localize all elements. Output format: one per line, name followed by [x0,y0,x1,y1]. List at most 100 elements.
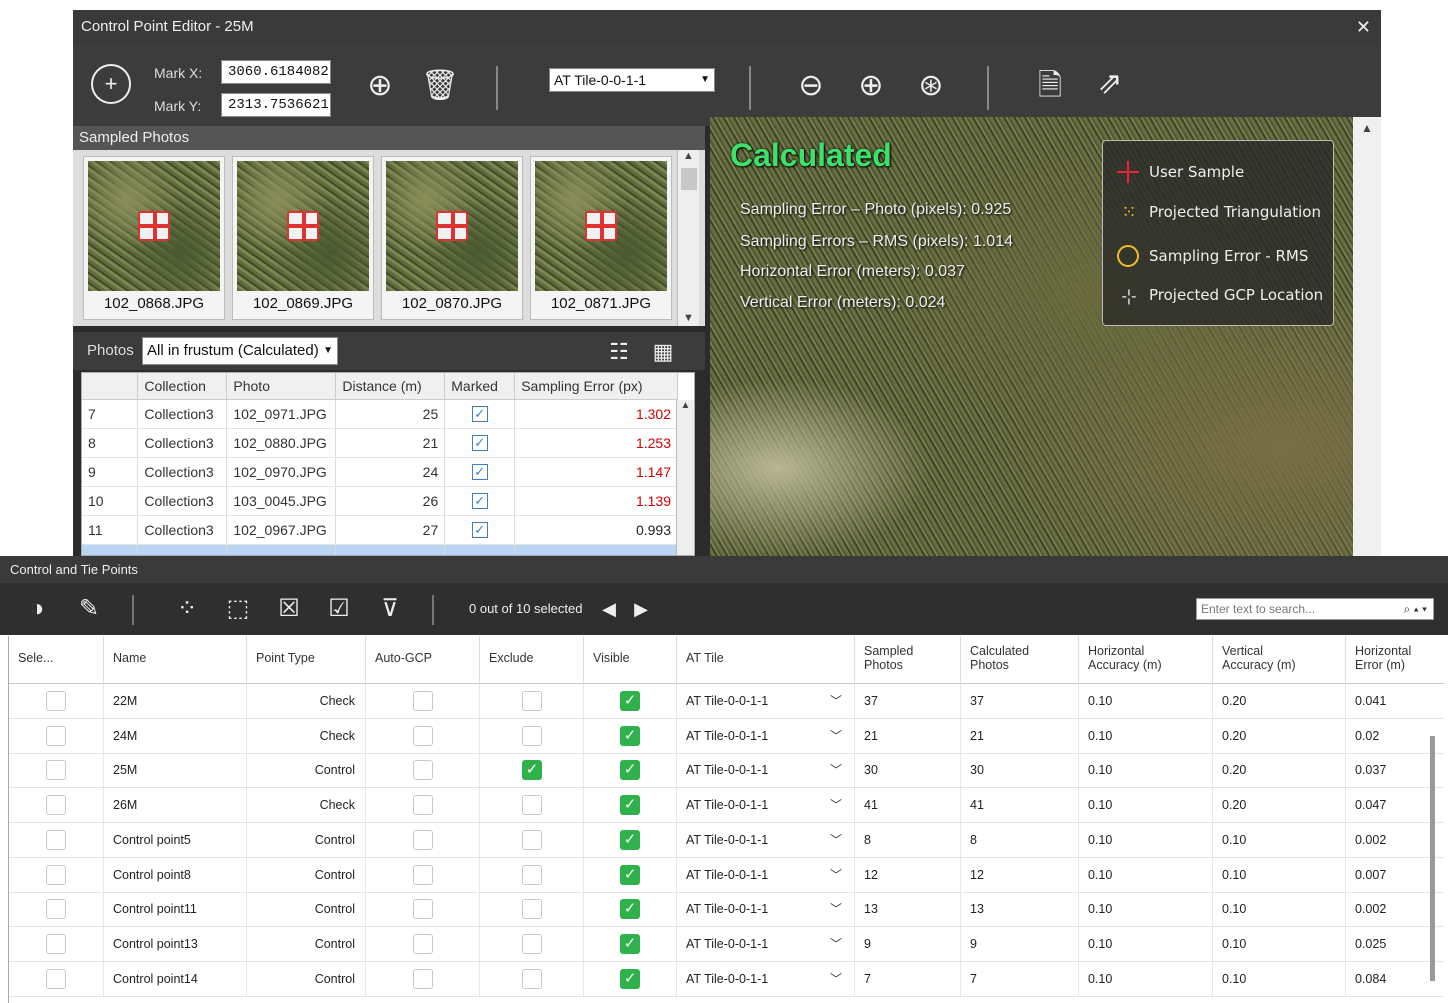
row-marked[interactable]: ✓ [444,486,516,516]
select-checkbox[interactable] [46,795,66,816]
select-checkbox[interactable] [46,760,66,781]
select-checkbox[interactable] [46,864,66,885]
chevron-down-icon[interactable]: ﹀ [830,892,842,926]
exclude-cell[interactable] [480,857,584,892]
row-marked[interactable]: ✓ [444,515,516,545]
mark-x-field[interactable]: 3060.6184082 [221,60,331,84]
col-horizontal-error[interactable]: Horizontal Error (m) [1346,636,1444,684]
exclude-cell[interactable] [480,684,584,718]
col-name[interactable]: Name [104,636,247,684]
exclude-checkbox[interactable]: ✓ [522,760,542,781]
visible-cell[interactable]: ✓ [584,857,677,892]
include-icon[interactable]: ☑ [322,583,356,635]
visible-cell[interactable]: ✓ [584,926,677,961]
visible-cell[interactable]: ✓ [584,822,677,857]
exclude-checkbox[interactable] [522,864,542,885]
col-sampled-photos[interactable]: Sampled Photos [855,636,961,684]
at-tile-cell[interactable]: AT Tile-0-0-1-1 ﹀ [677,753,855,788]
visible-cell[interactable]: ✓ [584,718,677,753]
table-row[interactable]: Control point11 Control ✓ AT Tile-0-0-1-1 ﹀ 1… [9,892,1444,928]
visible-cell[interactable]: ✓ [584,753,677,788]
at-tile-cell[interactable]: AT Tile-0-0-1-1 ﹀ [677,822,855,857]
table-row[interactable]: 9 Collection3 102_0970.JPG 24 ✓ 1.147 [82,457,678,487]
col-distance[interactable]: Distance (m) [335,373,446,400]
select-checkbox[interactable] [46,933,66,954]
checked-checkbox[interactable]: ✓ [471,435,488,451]
select-points-icon[interactable]: ⁘ [170,583,204,635]
exclude-cell[interactable] [480,926,584,961]
box-select-icon[interactable]: ⬚ [221,583,255,635]
select-checkbox[interactable] [46,968,66,989]
col-sampling-error[interactable]: Sampling Error (px) [514,373,678,400]
chevron-down-icon[interactable]: ﹀ [830,858,842,892]
auto-gcp-cell[interactable] [366,788,480,823]
select-checkbox[interactable] [46,829,66,850]
at-tile-cell[interactable]: AT Tile-0-0-1-1 ﹀ [677,718,855,753]
next-icon[interactable]: ▶ [624,583,658,635]
exclude-checkbox[interactable] [522,968,542,989]
at-tile-cell[interactable]: AT Tile-0-0-1-1 ﹀ [677,788,855,823]
close-icon[interactable]: ✕ [1356,10,1371,44]
visible-checkbox[interactable]: ✓ [620,725,640,746]
col-point-type[interactable]: Point Type [247,636,366,684]
visible-cell[interactable]: ✓ [584,684,677,718]
auto-gcp-cell[interactable] [366,961,480,996]
checked-checkbox[interactable]: ✓ [471,464,488,480]
at-tile-cell[interactable]: AT Tile-0-0-1-1 ﹀ [677,926,855,961]
table-scrollbar[interactable]: ▲ [676,400,694,555]
exclude-cell[interactable] [480,822,584,857]
checked-checkbox[interactable]: ✓ [471,406,488,422]
table-row[interactable]: 8 Collection3 102_0880.JPG 21 ✓ 1.253 [82,428,678,458]
table-row[interactable]: 26M Check ✓ AT Tile-0-0-1-1 ﹀ 41 41 0.10 0.20 0.0… [9,788,1444,824]
auto-gcp-checkbox[interactable] [413,864,433,885]
photo-viewer[interactable]: Calculated Sampling Error – Photo (pixel… [710,117,1381,556]
visible-cell[interactable]: ✓ [584,892,677,927]
auto-gcp-cell[interactable] [366,926,480,961]
select-cell[interactable] [9,718,104,753]
visible-checkbox[interactable]: ✓ [620,968,640,989]
col-at-tile[interactable]: AT Tile [677,636,855,684]
col-calculated-photos[interactable]: Calculated Photos [961,636,1079,684]
table-row[interactable]: 7 Collection3 102_0971.JPG 25 ✓ 1.302 [82,399,678,429]
exclude-checkbox[interactable] [522,829,542,850]
thumbnail-scrollbar[interactable]: ▲ ▼ [677,150,699,326]
col-vertical-accuracy[interactable]: Vertical Accuracy (m) [1213,636,1346,684]
row-marked[interactable]: ✓ [444,428,516,458]
exclude-icon[interactable]: ☒ [272,583,306,635]
exclude-cell[interactable] [480,718,584,753]
exclude-checkbox[interactable] [522,725,542,746]
col-marked[interactable]: Marked [444,373,516,400]
select-cell[interactable] [9,926,104,961]
visible-cell[interactable]: ✓ [584,961,677,996]
col-select[interactable]: Sele... [9,636,104,684]
select-checkbox[interactable] [46,691,66,711]
select-cell[interactable] [9,684,104,718]
chevron-down-icon[interactable]: ﹀ [830,823,842,857]
trash-icon[interactable]: 🗑 [420,66,460,106]
grid-view-icon[interactable]: ▦ [645,332,681,372]
search-icon[interactable]: ⌕ ▴ ▾ [1404,599,1427,619]
chevron-down-icon[interactable]: ﹀ [830,719,842,753]
exclude-checkbox[interactable] [522,933,542,954]
auto-gcp-checkbox[interactable] [413,725,433,746]
at-tile-dropdown[interactable]: AT Tile-0-0-1-1 ▼ [549,68,715,92]
chevron-down-icon[interactable]: ﹀ [830,753,842,787]
auto-gcp-cell[interactable] [366,892,480,927]
exclude-checkbox[interactable] [522,691,542,711]
crosshair-mark-icon[interactable]: + [91,64,131,104]
visible-checkbox[interactable]: ✓ [620,933,640,954]
auto-gcp-checkbox[interactable] [413,968,433,989]
zoom-in-icon[interactable]: ⊕ [849,66,893,106]
auto-gcp-checkbox[interactable] [413,899,433,920]
photo-thumbnail[interactable]: 102_0868.JPG [83,156,225,320]
edit-point-icon[interactable]: ✎ [72,583,106,635]
select-cell[interactable] [9,788,104,823]
auto-gcp-cell[interactable] [366,684,480,718]
exclude-cell[interactable] [480,788,584,823]
points-scrollbar[interactable] [1430,736,1435,981]
mark-y-field[interactable]: 2313.7536621 [221,93,331,117]
exclude-cell[interactable]: ✓ [480,753,584,788]
auto-gcp-cell[interactable] [366,753,480,788]
auto-gcp-checkbox[interactable] [413,829,433,850]
select-cell[interactable] [9,753,104,788]
